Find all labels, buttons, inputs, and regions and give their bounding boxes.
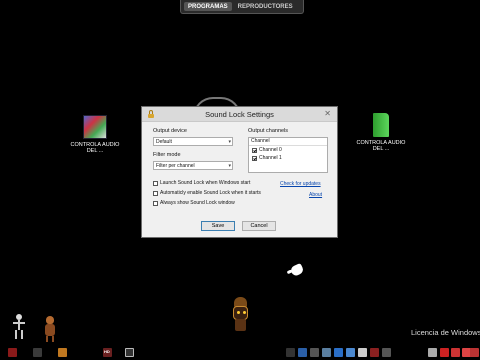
always-show-option[interactable]: Always show Sound Lock window bbox=[153, 200, 235, 206]
output-device-label: Output device bbox=[153, 128, 187, 134]
save-button[interactable]: Save bbox=[201, 221, 235, 231]
launch-on-start-option[interactable]: Launch Sound Lock when Windows start bbox=[153, 180, 250, 186]
dialog-titlebar[interactable]: Sound Lock Settings ✕ bbox=[142, 107, 337, 122]
creature-figure-icon bbox=[42, 316, 58, 342]
channel-row-1[interactable]: Channel 1 bbox=[249, 154, 327, 162]
desktop-icon-controla-audio-2[interactable]: CONTROLA AUDIO DEL ... bbox=[356, 113, 406, 152]
taskbar-icon-17[interactable] bbox=[451, 348, 460, 357]
taskbar-icon-6[interactable] bbox=[286, 348, 295, 357]
launch-on-start-checkbox[interactable] bbox=[153, 180, 158, 186]
always-show-checkbox[interactable] bbox=[153, 200, 158, 206]
auto-enable-checkbox[interactable] bbox=[153, 190, 158, 196]
filter-mode-label: Filter mode bbox=[153, 152, 181, 158]
taskbar-icon-8[interactable] bbox=[310, 348, 319, 357]
output-device-value: Default bbox=[156, 139, 172, 145]
check-for-updates-link[interactable]: Check for updates bbox=[280, 181, 321, 187]
taskbar-icon-14[interactable] bbox=[382, 348, 391, 357]
desktop-icon-label: CONTROLA AUDIO DEL ... bbox=[356, 140, 406, 152]
skeleton-figure-icon bbox=[12, 314, 26, 340]
top-tab-strip: PROGRAMAS REPRODUCTORES bbox=[180, 0, 304, 14]
taskbar-icon-3[interactable] bbox=[58, 348, 67, 357]
taskbar-icon-2[interactable] bbox=[33, 348, 42, 357]
output-channels-list[interactable]: Channel Channel 0 Channel 1 bbox=[248, 137, 328, 173]
chevron-down-icon: ▾ bbox=[228, 139, 231, 145]
sound-lock-settings-dialog: Sound Lock Settings ✕ Output device Defa… bbox=[141, 106, 338, 238]
tab-reproductores[interactable]: REPRODUCTORES bbox=[234, 2, 297, 11]
auto-enable-label: Automaticly enable Sound Lock when it st… bbox=[160, 190, 261, 196]
cancel-button[interactable]: Cancel bbox=[242, 221, 276, 231]
channel-1-label: Channel 1 bbox=[259, 155, 282, 161]
taskbar-icon-11[interactable] bbox=[346, 348, 355, 357]
auto-enable-option[interactable]: Automaticly enable Sound Lock when it st… bbox=[153, 190, 261, 196]
hand-cursor-icon bbox=[289, 262, 305, 278]
filter-mode-select[interactable]: Filter per channel ▾ bbox=[153, 161, 233, 170]
desktop-icon-label: CONTROLA AUDIO DEL ... bbox=[70, 142, 120, 154]
close-icon[interactable]: ✕ bbox=[324, 109, 331, 118]
output-device-select[interactable]: Default ▾ bbox=[153, 137, 233, 146]
chevron-down-icon: ▾ bbox=[228, 163, 231, 169]
taskbar-icon-5[interactable] bbox=[125, 348, 134, 357]
channel-1-checkbox[interactable] bbox=[252, 155, 257, 161]
about-link[interactable]: About bbox=[309, 192, 322, 198]
channel-row-0[interactable]: Channel 0 bbox=[249, 146, 327, 154]
winrar-archive-icon bbox=[83, 115, 107, 139]
taskbar-icon-15[interactable] bbox=[428, 348, 437, 357]
channel-0-checkbox[interactable] bbox=[252, 147, 257, 153]
taskbar-icon-1[interactable] bbox=[8, 348, 17, 357]
taskbar-icon-12[interactable] bbox=[358, 348, 367, 357]
channel-0-label: Channel 0 bbox=[259, 147, 282, 153]
dock-character-icon[interactable] bbox=[230, 297, 250, 337]
taskbar-icon-16[interactable] bbox=[440, 348, 449, 357]
output-channels-label: Output channels bbox=[248, 128, 289, 134]
taskbar-icon-9[interactable] bbox=[322, 348, 331, 357]
taskbar-icon-4-label: HD bbox=[104, 349, 110, 354]
launch-on-start-label: Launch Sound Lock when Windows start bbox=[160, 180, 251, 186]
dialog-title: Sound Lock Settings bbox=[205, 110, 274, 119]
taskbar-icon-4[interactable]: HD bbox=[103, 348, 112, 357]
tab-programas[interactable]: PROGRAMAS bbox=[184, 2, 232, 11]
taskbar-icon-13[interactable] bbox=[370, 348, 379, 357]
filter-mode-value: Filter per channel bbox=[156, 163, 195, 169]
desktop-icon-controla-audio-1[interactable]: CONTROLA AUDIO DEL ... bbox=[70, 115, 120, 154]
green-folder-icon bbox=[373, 113, 389, 137]
taskbar-icon-7[interactable] bbox=[298, 348, 307, 357]
always-show-label: Always show Sound Lock window bbox=[160, 200, 235, 206]
taskbar-icon-19[interactable] bbox=[470, 348, 479, 357]
channel-column-header: Channel bbox=[249, 138, 327, 146]
taskbar: HD bbox=[0, 346, 480, 360]
windows-license-watermark: Licencia de Windows bbox=[411, 328, 480, 337]
taskbar-icon-10[interactable] bbox=[334, 348, 343, 357]
